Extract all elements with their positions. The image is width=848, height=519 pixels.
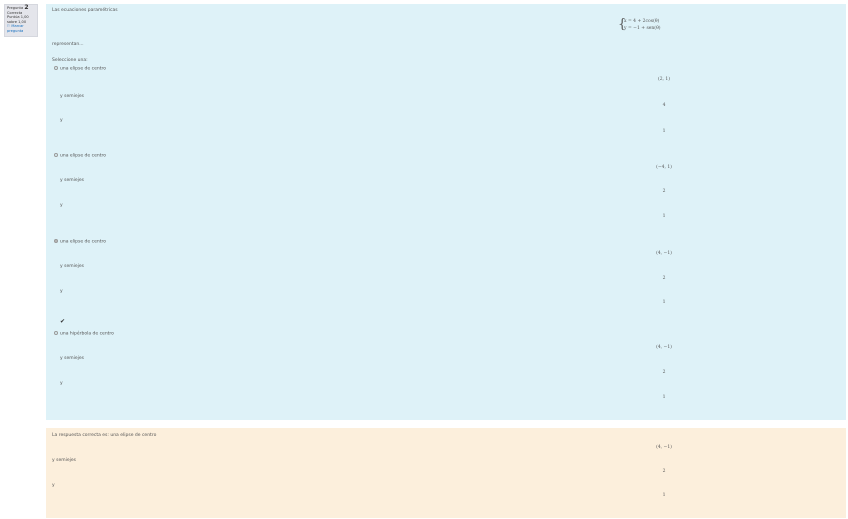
option-4-y-label: y — [60, 381, 63, 386]
question-number: 2 — [24, 4, 29, 11]
option-4-semi-label: y semiejes — [60, 356, 84, 361]
feedback-text: La respuesta correcta es: una elipse de … — [52, 433, 157, 438]
correct-check-icon: ✔ — [60, 318, 66, 325]
option-1-semi-b: 1 — [662, 129, 666, 134]
option-2-semi-b: 1 — [662, 214, 666, 219]
feedback-semi-b: 1 — [662, 493, 666, 498]
flag-question-label: Marcar pregunta — [7, 24, 24, 33]
option-1-semi-a: 4 — [662, 103, 666, 108]
option-4-semi-a: 2 — [662, 370, 666, 375]
option-4-radio[interactable] — [54, 331, 58, 335]
option-1-label: una elipse de centro — [60, 66, 106, 72]
option-3-y-label: y — [60, 289, 63, 294]
question-info-panel: Pregunta 2 Correcta Puntúa 1,00 sobre 1,… — [4, 4, 38, 37]
answer-option-4[interactable]: una hipérbola de centro — [54, 331, 114, 337]
option-2-y-label: y — [60, 203, 63, 208]
option-3-semi-a: 2 — [662, 276, 666, 281]
option-2-semi-a: 2 — [662, 189, 666, 194]
option-1-center: (2, 1) — [657, 77, 671, 82]
question-prompt: Las ecuaciones paramétricas — [52, 8, 118, 13]
select-one-label: Seleccione una: — [52, 58, 88, 63]
option-3-label: una elipse de centro — [60, 239, 106, 245]
option-1-radio[interactable] — [54, 66, 58, 70]
feedback-center: (4, −1) — [656, 445, 672, 450]
option-4-center: (4, −1) — [656, 345, 672, 350]
question-represent: representan... — [52, 42, 84, 47]
option-3-center: (4, −1) — [656, 251, 672, 256]
option-1-semi-label: y semiejes — [60, 94, 84, 99]
feedback-box — [46, 428, 846, 518]
question-label: Pregunta — [7, 6, 24, 10]
flag-question-link[interactable]: ⚐ Marcar pregunta — [7, 24, 35, 33]
question-content — [46, 4, 846, 420]
system-line-2: y = −1 + sen(θ) — [624, 26, 661, 31]
option-4-semi-b: 1 — [662, 395, 666, 400]
option-3-semi-label: y semiejes — [60, 264, 84, 269]
system-line-1: x = 4 + 2cos(θ) — [624, 19, 660, 24]
flag-icon: ⚐ — [7, 24, 11, 29]
answer-option-3[interactable]: una elipse de centro — [54, 239, 106, 245]
answer-option-1[interactable]: una elipse de centro — [54, 66, 106, 72]
option-3-radio[interactable] — [54, 239, 58, 243]
option-2-radio[interactable] — [54, 153, 58, 157]
feedback-y-label: y — [52, 483, 55, 488]
option-1-y-label: y — [60, 118, 63, 123]
feedback-semi-label: y semiejes — [52, 458, 76, 463]
feedback-semi-a: 2 — [662, 469, 666, 474]
option-2-label: una elipse de centro — [60, 153, 106, 159]
option-2-center: (−4, 1) — [656, 165, 672, 170]
option-3-semi-b: 1 — [662, 300, 666, 305]
option-4-label: una hipérbola de centro — [60, 331, 114, 337]
answer-option-2[interactable]: una elipse de centro — [54, 153, 106, 159]
option-2-semi-label: y semiejes — [60, 178, 84, 183]
